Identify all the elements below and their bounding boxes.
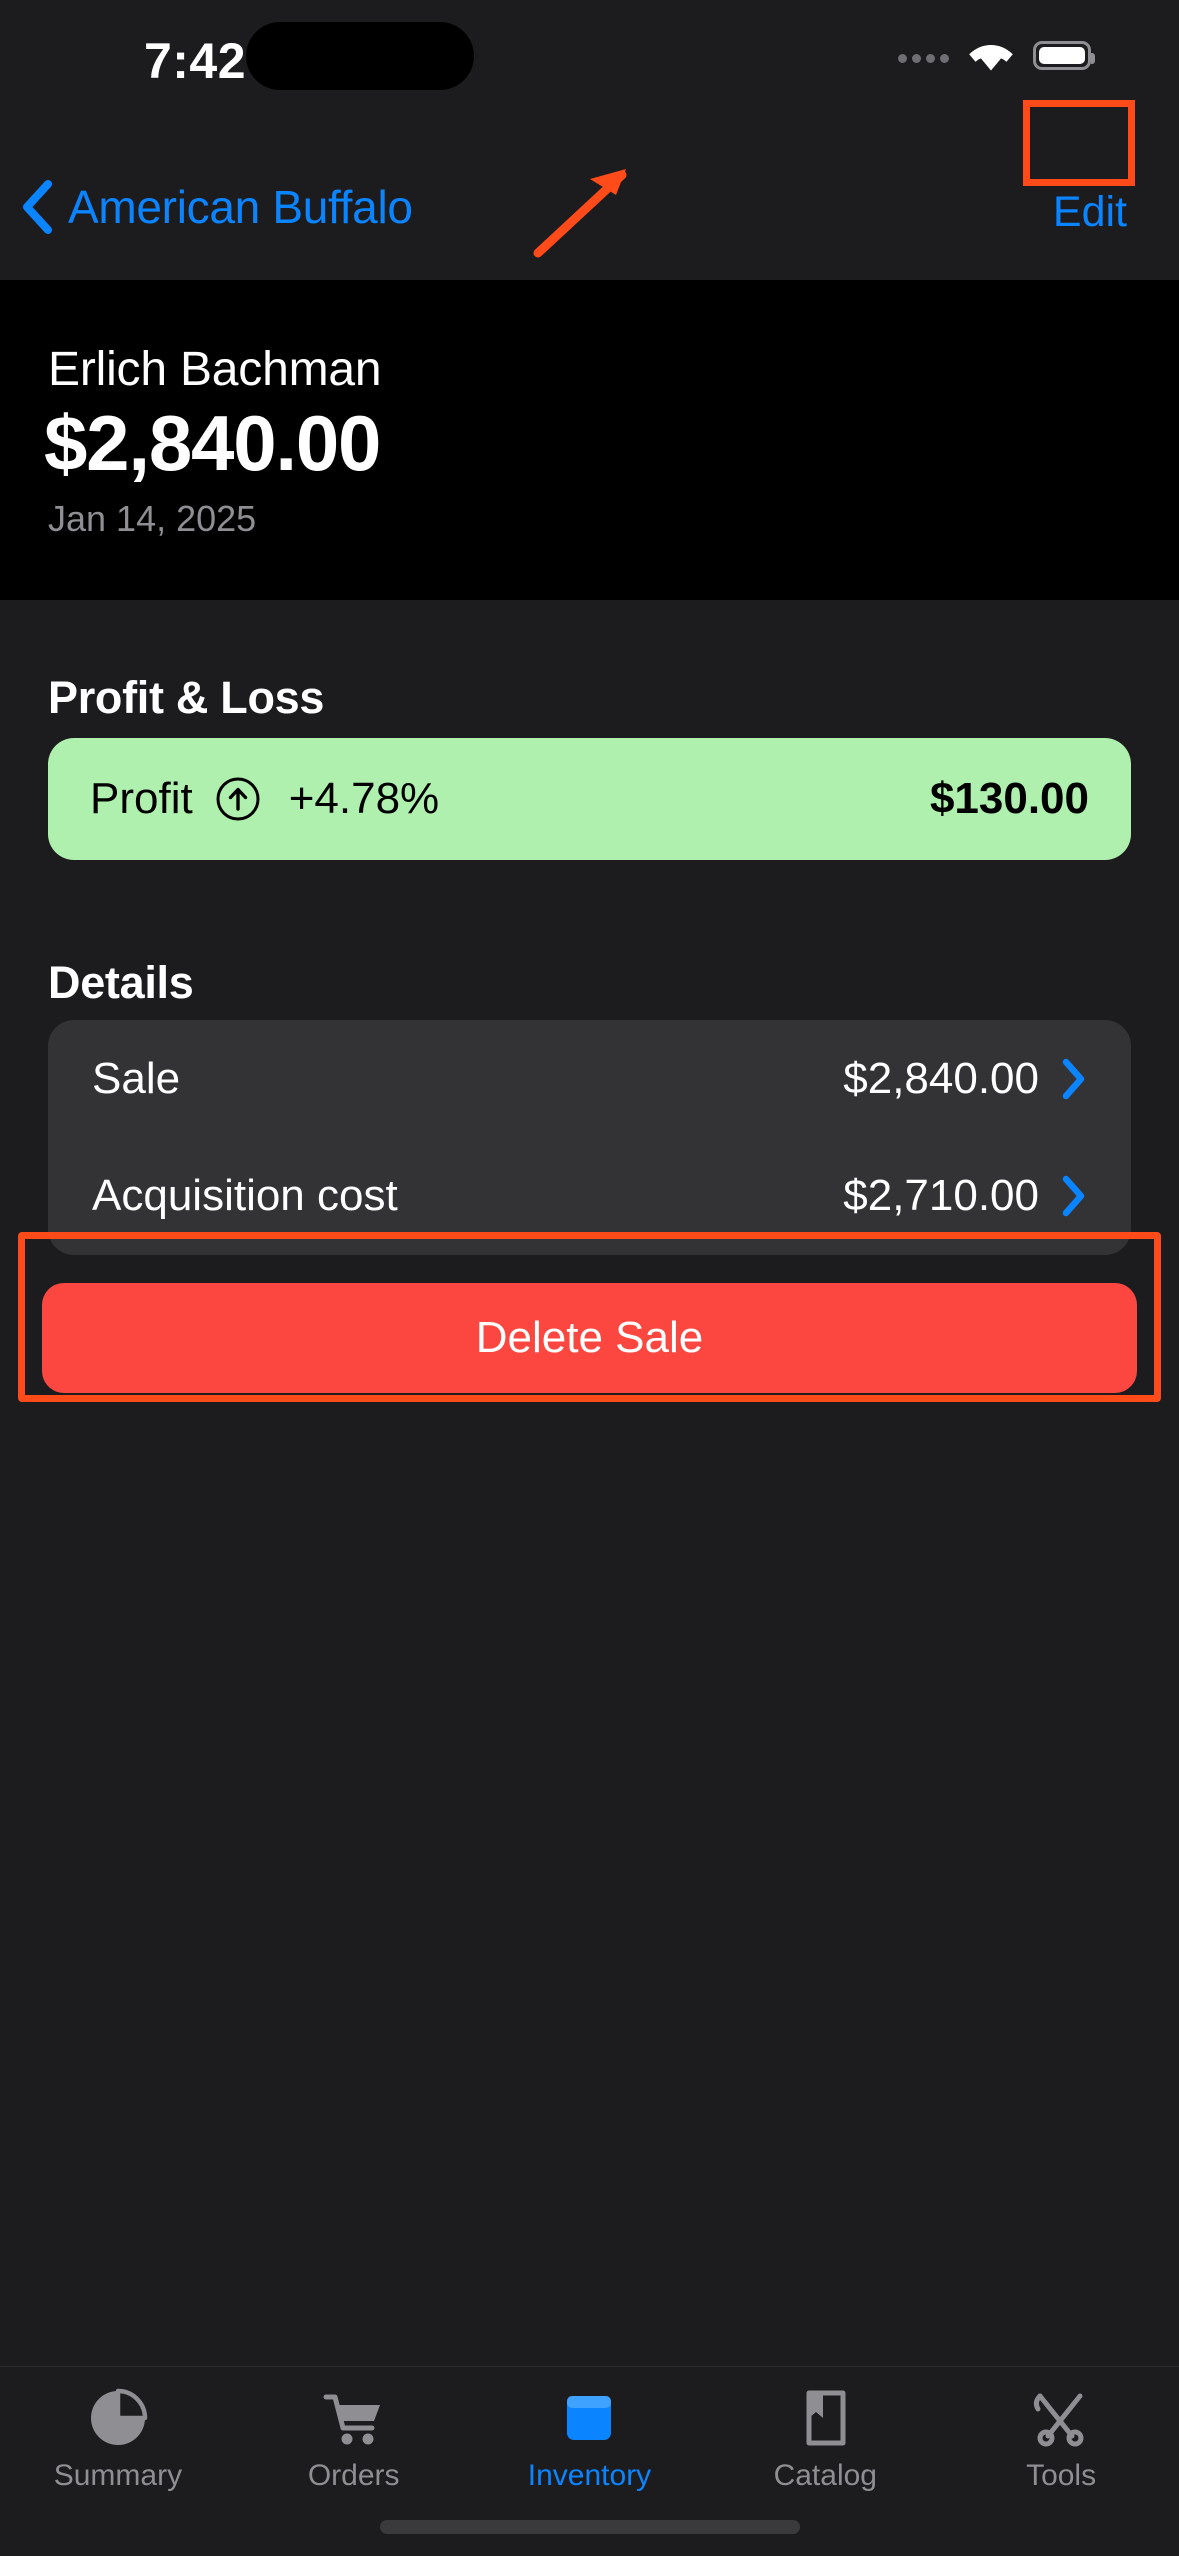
- wifi-icon: [969, 45, 1013, 71]
- phone-screen: 7:42 American Buffalo Edit Erlich Bachma…: [0, 0, 1179, 2556]
- profit-loss-section-title: Profit & Loss: [48, 672, 325, 723]
- main-content: Profit & Loss Profit +4.78% $130.00 Deta…: [0, 600, 1179, 2366]
- details-card: Sale $2,840.00 Acquisition cost $2,710.0…: [48, 1020, 1131, 1255]
- edit-button[interactable]: Edit: [1053, 188, 1127, 237]
- navigation-bar: American Buffalo Edit: [0, 170, 1179, 280]
- book-icon: [796, 2387, 854, 2449]
- delete-sale-label: Delete Sale: [475, 1313, 704, 1362]
- detail-label: Sale: [92, 1053, 181, 1103]
- chevron-left-icon: [23, 180, 52, 234]
- detail-row-acquisition-cost[interactable]: Acquisition cost $2,710.00: [92, 1137, 1087, 1254]
- tools-icon: [1030, 2387, 1092, 2449]
- status-bar-indicators: [898, 36, 1095, 74]
- shopping-cart-icon: [322, 2387, 386, 2449]
- tab-label: Inventory: [527, 2459, 652, 2492]
- status-bar: 7:42: [0, 0, 1179, 170]
- detail-right: $2,840.00: [843, 1054, 1087, 1104]
- tab-label: Catalog: [773, 2459, 877, 2492]
- back-button[interactable]: American Buffalo: [18, 178, 413, 236]
- tab-summary[interactable]: Summary: [0, 2387, 236, 2493]
- tab-label: Summary: [53, 2459, 183, 2492]
- sale-amount: $2,840.00: [44, 399, 381, 487]
- pie-chart-icon: [88, 2387, 148, 2449]
- battery-icon: [1033, 40, 1095, 70]
- customer-name: Erlich Bachman: [48, 343, 382, 396]
- profit-loss-left: Profit +4.78%: [90, 774, 439, 824]
- tab-label: Tools: [1026, 2459, 1097, 2492]
- chevron-right-icon: [1062, 1058, 1085, 1099]
- box-icon: [558, 2387, 620, 2449]
- dynamic-island: [246, 22, 474, 90]
- tab-catalog[interactable]: Catalog: [707, 2387, 943, 2493]
- tab-inventory[interactable]: Inventory: [472, 2387, 708, 2493]
- profit-value: $130.00: [929, 774, 1089, 823]
- profit-label: Profit: [90, 774, 193, 823]
- details-section-title: Details: [48, 957, 194, 1008]
- home-indicator: [379, 2520, 800, 2534]
- back-button-label: American Buffalo: [68, 181, 413, 233]
- detail-label: Acquisition cost: [92, 1170, 398, 1220]
- tab-tools[interactable]: Tools: [943, 2387, 1179, 2493]
- cellular-dots-icon: [898, 53, 949, 63]
- delete-sale-button[interactable]: Delete Sale: [42, 1283, 1137, 1393]
- tab-label: Orders: [307, 2459, 400, 2492]
- detail-value: $2,840.00: [843, 1053, 1039, 1103]
- detail-value: $2,710.00: [843, 1170, 1039, 1220]
- tab-orders[interactable]: Orders: [236, 2387, 472, 2493]
- detail-row-sale[interactable]: Sale $2,840.00: [92, 1020, 1087, 1137]
- detail-right: $2,710.00: [843, 1171, 1087, 1221]
- chevron-right-icon: [1062, 1175, 1085, 1216]
- profit-loss-card: Profit +4.78% $130.00: [48, 738, 1131, 860]
- sale-date: Jan 14, 2025: [48, 498, 257, 539]
- sale-header: Erlich Bachman $2,840.00 Jan 14, 2025: [0, 280, 1179, 600]
- arrow-up-circle-icon: [216, 777, 260, 821]
- profit-percent: +4.78%: [288, 774, 440, 823]
